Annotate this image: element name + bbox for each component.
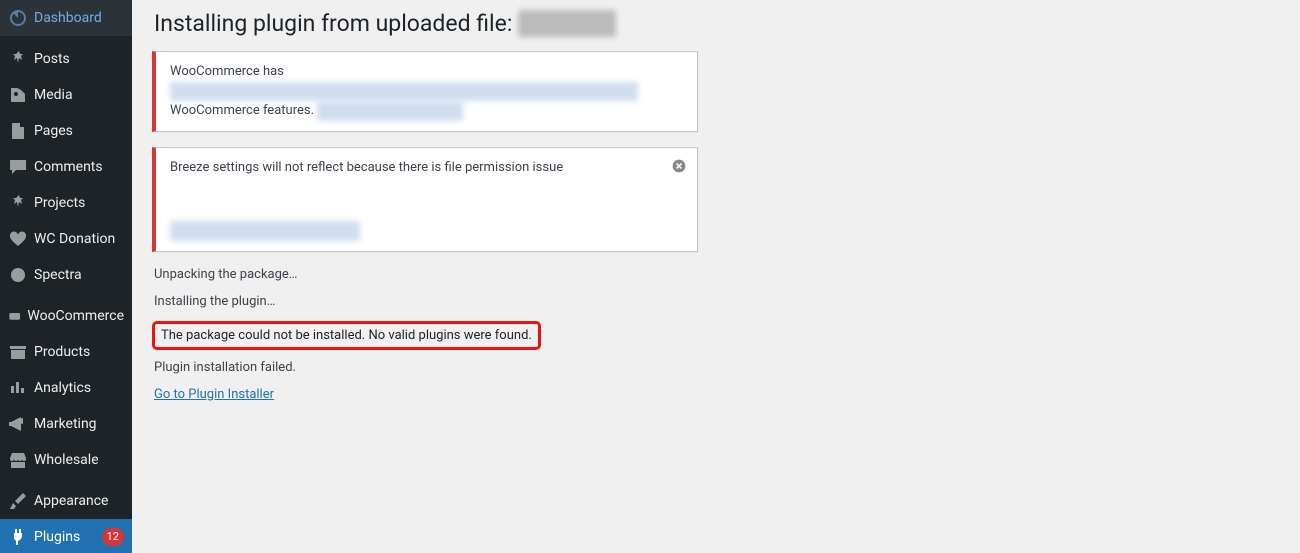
pin-icon bbox=[8, 49, 28, 69]
notice-text: WooCommerce has bbox=[170, 64, 284, 79]
gauge-icon bbox=[8, 8, 28, 28]
error-highlight: The package could not be installed. No v… bbox=[152, 321, 541, 350]
sidebar-item-wcdonation[interactable]: WC Donation bbox=[0, 221, 132, 257]
sidebar-item-plugins[interactable]: Plugins 12 bbox=[0, 519, 132, 553]
woo-icon bbox=[8, 306, 21, 326]
sidebar-item-label: Products bbox=[34, 344, 124, 360]
page-icon bbox=[8, 121, 28, 141]
sidebar-item-label: WooCommerce bbox=[27, 308, 124, 324]
sidebar-item-wholesale[interactable]: Wholesale bbox=[0, 442, 132, 478]
sidebar-item-label: Comments bbox=[34, 159, 124, 175]
sidebar-item-analytics[interactable]: Analytics bbox=[0, 370, 132, 406]
sidebar-item-label: Appearance bbox=[34, 493, 124, 509]
sidebar-item-label: Media bbox=[34, 87, 124, 103]
log-installing: Installing the plugin… bbox=[154, 294, 1280, 309]
redacted-text: Please review the details. bbox=[317, 101, 463, 121]
redacted-text: Learn how to fix file permissions. bbox=[170, 221, 360, 241]
log-error: The package could not be installed. No v… bbox=[161, 328, 532, 343]
sidebar-item-pages[interactable]: Pages bbox=[0, 113, 132, 149]
log-unpacking: Unpacking the package… bbox=[154, 267, 1280, 282]
redacted-text: detected that some of your active plugin… bbox=[170, 82, 638, 102]
notice-text: Breeze settings will not reflect because… bbox=[170, 158, 683, 178]
plugin-icon bbox=[8, 527, 28, 547]
main-content: Installing plugin from uploaded file: pl… bbox=[132, 0, 1300, 553]
page-title: Installing plugin from uploaded file: pl… bbox=[154, 10, 1280, 37]
close-icon bbox=[671, 158, 687, 174]
sidebar-item-label: Projects bbox=[34, 195, 124, 211]
admin-sidebar: Dashboard Posts Media Pages Comments Pro… bbox=[0, 0, 132, 553]
sidebar-item-woocommerce[interactable]: WooCommerce bbox=[0, 298, 132, 334]
install-log: Unpacking the package… Installing the pl… bbox=[152, 267, 1280, 402]
sidebar-item-label: Marketing bbox=[34, 416, 124, 432]
sidebar-item-label: Dashboard bbox=[34, 10, 124, 26]
sidebar-item-label: Wholesale bbox=[34, 452, 124, 468]
pin-icon bbox=[8, 193, 28, 213]
plugins-update-badge: 12 bbox=[102, 528, 124, 546]
uploaded-filename-redacted: plugin.zip bbox=[518, 10, 616, 37]
sidebar-item-label: WC Donation bbox=[34, 231, 124, 247]
sidebar-item-label: Posts bbox=[34, 51, 124, 67]
dismiss-notice-button[interactable] bbox=[669, 156, 689, 176]
admin-notice-woocommerce: WooCommerce has detected that some of yo… bbox=[152, 51, 698, 132]
sidebar-item-appearance[interactable]: Appearance bbox=[0, 483, 132, 519]
sidebar-item-label: Analytics bbox=[34, 380, 124, 396]
page-title-text: Installing plugin from uploaded file: bbox=[154, 10, 518, 37]
comment-icon bbox=[8, 157, 28, 177]
sidebar-item-products[interactable]: Products bbox=[0, 334, 132, 370]
store-icon bbox=[8, 450, 28, 470]
chart-icon bbox=[8, 378, 28, 398]
admin-notice-breeze: Breeze settings will not reflect because… bbox=[152, 147, 698, 252]
sidebar-item-comments[interactable]: Comments bbox=[0, 149, 132, 185]
sidebar-item-media[interactable]: Media bbox=[0, 77, 132, 113]
sidebar-item-label: Pages bbox=[34, 123, 124, 139]
sidebar-item-marketing[interactable]: Marketing bbox=[0, 406, 132, 442]
sidebar-item-label: Spectra bbox=[34, 267, 124, 283]
megaphone-icon bbox=[8, 414, 28, 434]
sidebar-item-dashboard[interactable]: Dashboard bbox=[0, 0, 132, 36]
sidebar-item-projects[interactable]: Projects bbox=[0, 185, 132, 221]
brush-icon bbox=[8, 491, 28, 511]
heart-icon bbox=[8, 229, 28, 249]
log-failed: Plugin installation failed. bbox=[154, 360, 1280, 375]
notice-text: WooCommerce features. bbox=[170, 103, 317, 118]
archive-icon bbox=[8, 342, 28, 362]
media-icon bbox=[8, 85, 28, 105]
sidebar-item-label: Plugins bbox=[34, 529, 98, 545]
spectra-icon bbox=[8, 265, 28, 285]
sidebar-item-spectra[interactable]: Spectra bbox=[0, 257, 132, 293]
sidebar-item-posts[interactable]: Posts bbox=[0, 41, 132, 77]
go-to-plugin-installer-link[interactable]: Go to Plugin Installer bbox=[154, 387, 274, 402]
